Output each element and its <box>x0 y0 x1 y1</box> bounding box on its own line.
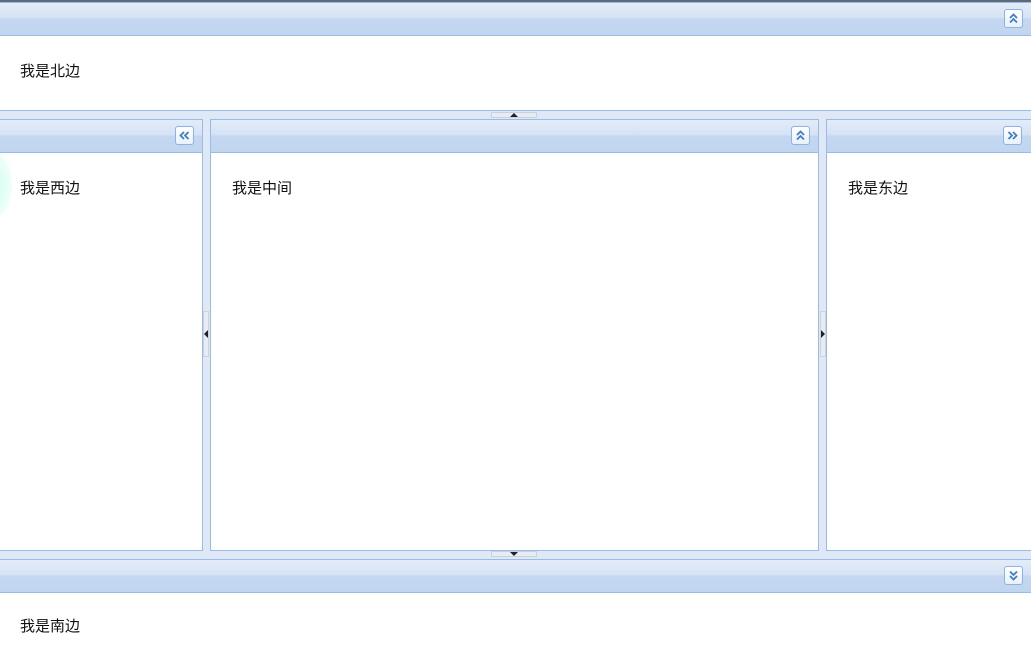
double-chevron-right-icon <box>1007 131 1018 140</box>
east-panel-text: 我是东边 <box>848 179 909 197</box>
north-panel: 我是北边 <box>0 2 1031 111</box>
east-collapse-button[interactable] <box>1003 126 1022 145</box>
north-splitter[interactable] <box>0 111 1031 119</box>
north-collapse-button[interactable] <box>1004 9 1023 28</box>
west-collapse-button[interactable] <box>175 126 194 145</box>
south-collapse-button[interactable] <box>1004 566 1023 585</box>
double-chevron-left-icon <box>179 131 190 140</box>
east-panel-header <box>827 120 1031 153</box>
east-panel-body: 我是东边 <box>827 153 1031 550</box>
border-layout: 我是北边 我是西边 我是中间 我是东边 我是南边 <box>0 0 1031 668</box>
center-panel-body: 我是中间 <box>211 153 818 550</box>
double-chevron-up-icon <box>1009 13 1018 24</box>
double-chevron-up-icon <box>796 130 805 141</box>
arrow-left-icon <box>204 330 208 338</box>
south-panel-text: 我是南边 <box>20 617 81 635</box>
west-panel-header <box>0 120 202 153</box>
arrow-down-icon <box>510 552 518 556</box>
double-chevron-down-icon <box>1009 570 1018 581</box>
west-panel: 我是西边 <box>0 119 203 551</box>
center-collapse-button[interactable] <box>791 126 810 145</box>
south-splitter-collapse-tab[interactable] <box>491 551 537 557</box>
west-splitter-collapse-tab[interactable] <box>203 311 209 357</box>
north-panel-body: 我是北边 <box>0 36 1031 110</box>
north-panel-header <box>0 3 1031 36</box>
south-panel-header <box>0 560 1031 593</box>
center-panel-text: 我是中间 <box>232 179 293 197</box>
south-panel: 我是南边 <box>0 559 1031 668</box>
south-panel-body: 我是南边 <box>0 593 1031 668</box>
arrow-right-icon <box>821 330 825 338</box>
center-panel: 我是中间 <box>210 119 819 551</box>
arrow-up-icon <box>510 113 518 117</box>
west-panel-text: 我是西边 <box>20 179 81 197</box>
north-splitter-collapse-tab[interactable] <box>491 112 537 118</box>
east-panel: 我是东边 <box>826 119 1031 551</box>
north-panel-text: 我是北边 <box>20 62 81 80</box>
west-panel-body: 我是西边 <box>0 153 202 550</box>
center-panel-header <box>211 120 818 153</box>
south-splitter[interactable] <box>0 551 1031 559</box>
